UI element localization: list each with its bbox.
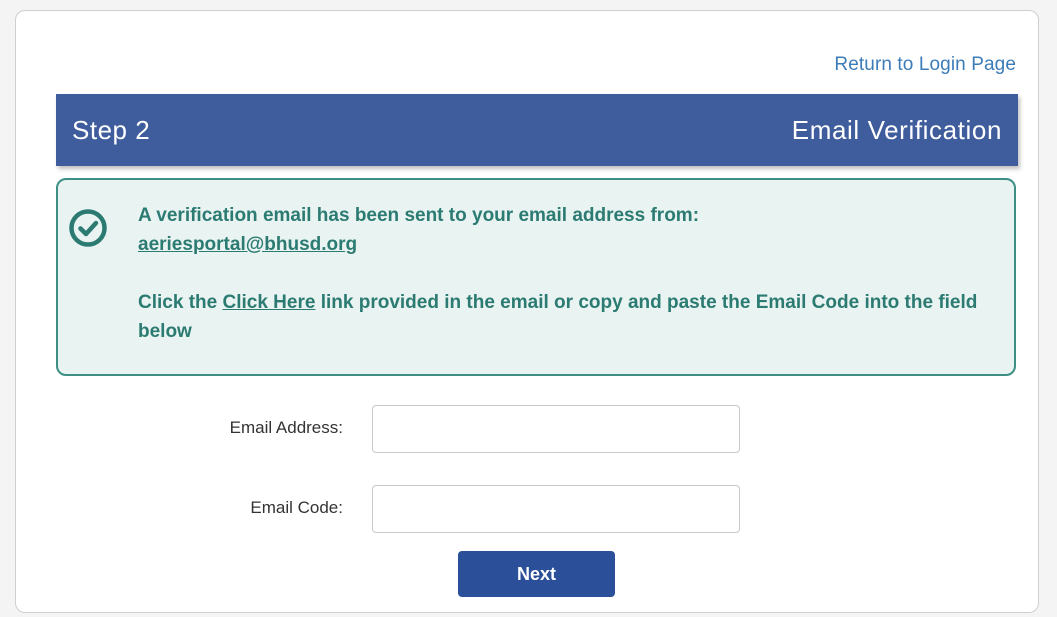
step-header: Step 2 Email Verification [56, 94, 1018, 166]
notice-line-2-pre: Click the [138, 292, 223, 313]
email-address-row: Email Address: [16, 405, 1040, 453]
notice-message: A verification email has been sent to yo… [138, 201, 998, 346]
step-number: Step 2 [72, 114, 151, 145]
next-button[interactable]: Next [458, 551, 615, 597]
verification-notice: A verification email has been sent to yo… [56, 178, 1016, 376]
verification-card: Return to Login Page Step 2 Email Verifi… [15, 10, 1039, 613]
step-title: Email Verification [791, 114, 1002, 145]
email-address-label: Email Address: [229, 418, 343, 437]
notice-line-1: A verification email has been sent to yo… [138, 205, 700, 226]
click-here-link[interactable]: Click Here [222, 292, 315, 313]
email-code-input[interactable] [372, 485, 740, 533]
sender-email-link[interactable]: aeriesportal@bhusd.org [138, 234, 357, 255]
return-to-login-link[interactable]: Return to Login Page [834, 54, 1016, 76]
check-circle-icon [69, 209, 107, 247]
email-code-label: Email Code: [250, 498, 343, 517]
notice-line-2: Click the Click Here link provided in th… [138, 288, 998, 346]
email-code-row: Email Code: [16, 485, 1040, 533]
email-address-input[interactable] [372, 405, 740, 453]
